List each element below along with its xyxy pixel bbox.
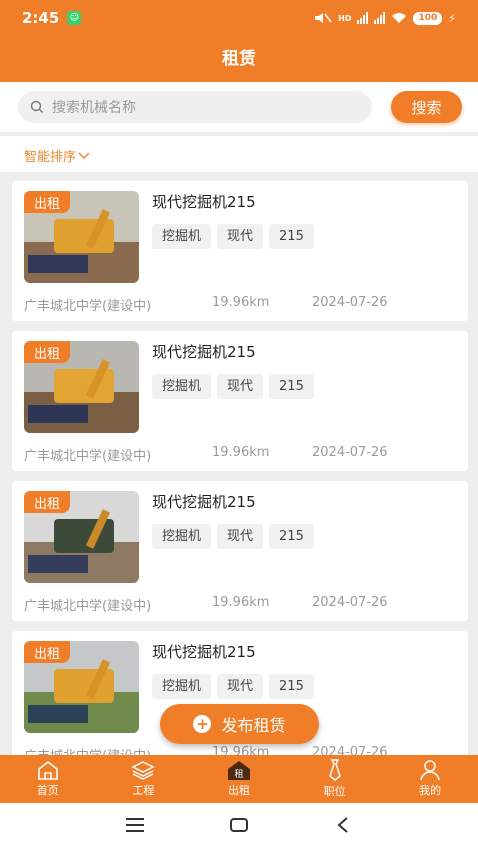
header: 2:45 ☺ HD 100 ⚡ 租赁 xyxy=(0,0,478,82)
tab-jobs[interactable]: 职位 xyxy=(287,755,383,803)
home-button-icon[interactable] xyxy=(229,817,249,833)
rent-badge: 出租 xyxy=(24,191,70,213)
tag: 现代 xyxy=(217,674,264,699)
publish-rental-button[interactable]: + 发布租赁 xyxy=(160,704,319,744)
listing-card[interactable]: 出租 现代挖掘机215 挖掘机 现代 215 广丰城北中学(建设中) 19.96… xyxy=(12,331,468,471)
tag: 215 xyxy=(269,674,314,699)
rent-house-icon: 租 xyxy=(227,761,250,780)
tag: 挖掘机 xyxy=(152,374,212,399)
listing-distance: 19.96km xyxy=(212,445,270,460)
status-time: 2:45 xyxy=(22,9,60,27)
signal-icon xyxy=(357,12,369,24)
back-icon[interactable] xyxy=(336,817,350,833)
tag: 215 xyxy=(269,374,314,399)
tag: 挖掘机 xyxy=(152,224,212,249)
listing-card[interactable]: 出租 现代挖掘机215 挖掘机 现代 215 广丰城北中学(建设中) 19.96… xyxy=(12,631,468,771)
tie-icon xyxy=(328,759,341,781)
listing-tags: 挖掘机 现代 215 xyxy=(152,524,314,549)
search-button[interactable]: 搜索 xyxy=(391,91,462,123)
tag: 215 xyxy=(269,224,314,249)
listing-location: 广丰城北中学(建设中) xyxy=(24,599,152,614)
tag: 215 xyxy=(269,524,314,549)
tab-home[interactable]: 首页 xyxy=(0,755,96,803)
rent-badge: 出租 xyxy=(24,341,70,363)
listing-distance: 19.96km xyxy=(212,595,270,610)
tab-label: 我的 xyxy=(419,784,442,797)
charging-icon: ⚡ xyxy=(448,11,456,25)
listing-card[interactable]: 出租 现代挖掘机215 挖掘机 现代 215 广丰城北中学(建设中) 19.96… xyxy=(12,481,468,621)
status-bar: 2:45 ☺ HD 100 ⚡ xyxy=(0,0,478,36)
menu-icon[interactable] xyxy=(125,817,145,833)
rent-badge: 出租 xyxy=(24,491,70,513)
tab-mine[interactable]: 我的 xyxy=(382,755,478,803)
listing-distance: 19.96km xyxy=(212,295,270,310)
mute-icon xyxy=(315,13,332,23)
signal-icon xyxy=(374,12,386,24)
listing-title: 现代挖掘机215 xyxy=(152,193,256,211)
battery-icon: 100 xyxy=(413,11,443,25)
tab-label: 出租 xyxy=(227,784,250,797)
person-icon xyxy=(420,760,440,780)
tag: 挖掘机 xyxy=(152,674,212,699)
listing-location: 广丰城北中学(建设中) xyxy=(24,299,152,314)
listing-title: 现代挖掘机215 xyxy=(152,643,256,661)
home-icon xyxy=(37,760,58,780)
listing-date: 2024-07-26 xyxy=(312,445,388,460)
listing-location: 广丰城北中学(建设中) xyxy=(24,449,152,464)
tag: 现代 xyxy=(217,524,264,549)
publish-rental-label: 发布租赁 xyxy=(221,716,286,735)
chevron-down-icon xyxy=(78,152,90,159)
layers-icon xyxy=(131,761,156,780)
listing-date: 2024-07-26 xyxy=(312,295,388,310)
listing-tags: 挖掘机 现代 215 xyxy=(152,374,314,399)
wifi-icon xyxy=(392,13,407,23)
plus-icon: + xyxy=(193,715,212,733)
listing-tags: 挖掘机 现代 215 xyxy=(152,224,314,249)
tab-projects[interactable]: 工程 xyxy=(96,755,192,803)
tag: 现代 xyxy=(217,224,264,249)
page-title: 租赁 xyxy=(222,49,256,69)
listing-title: 现代挖掘机215 xyxy=(152,343,256,361)
search-icon xyxy=(30,100,43,113)
listing-tags: 挖掘机 现代 215 xyxy=(152,674,314,699)
sort-dropdown[interactable]: 智能排序 xyxy=(24,146,90,165)
system-nav-bar xyxy=(0,803,478,850)
tag: 挖掘机 xyxy=(152,524,212,549)
sort-label: 智能排序 xyxy=(24,150,77,165)
listing-card[interactable]: 出租 现代挖掘机215 挖掘机 现代 215 广丰城北中学(建设中) 19.96… xyxy=(12,181,468,321)
tag: 现代 xyxy=(217,374,264,399)
bottom-tab-bar: 首页 工程 租 出租 职位 我的 xyxy=(0,755,478,803)
notification-app-icon: ☺ xyxy=(67,11,82,25)
listing-date: 2024-07-26 xyxy=(312,595,388,610)
listing-title: 现代挖掘机215 xyxy=(152,493,256,511)
tab-label: 职位 xyxy=(323,785,346,798)
rent-badge: 出租 xyxy=(24,641,70,663)
search-input[interactable]: 搜索机械名称 xyxy=(18,91,372,123)
svg-text:租: 租 xyxy=(234,769,243,780)
search-placeholder: 搜索机械名称 xyxy=(52,100,136,116)
tab-label: 首页 xyxy=(36,784,59,797)
network-hd-label: HD xyxy=(338,13,352,23)
sort-bar: 智能排序 xyxy=(0,136,478,172)
tab-rent[interactable]: 租 出租 xyxy=(191,755,287,803)
tab-label: 工程 xyxy=(132,784,155,797)
